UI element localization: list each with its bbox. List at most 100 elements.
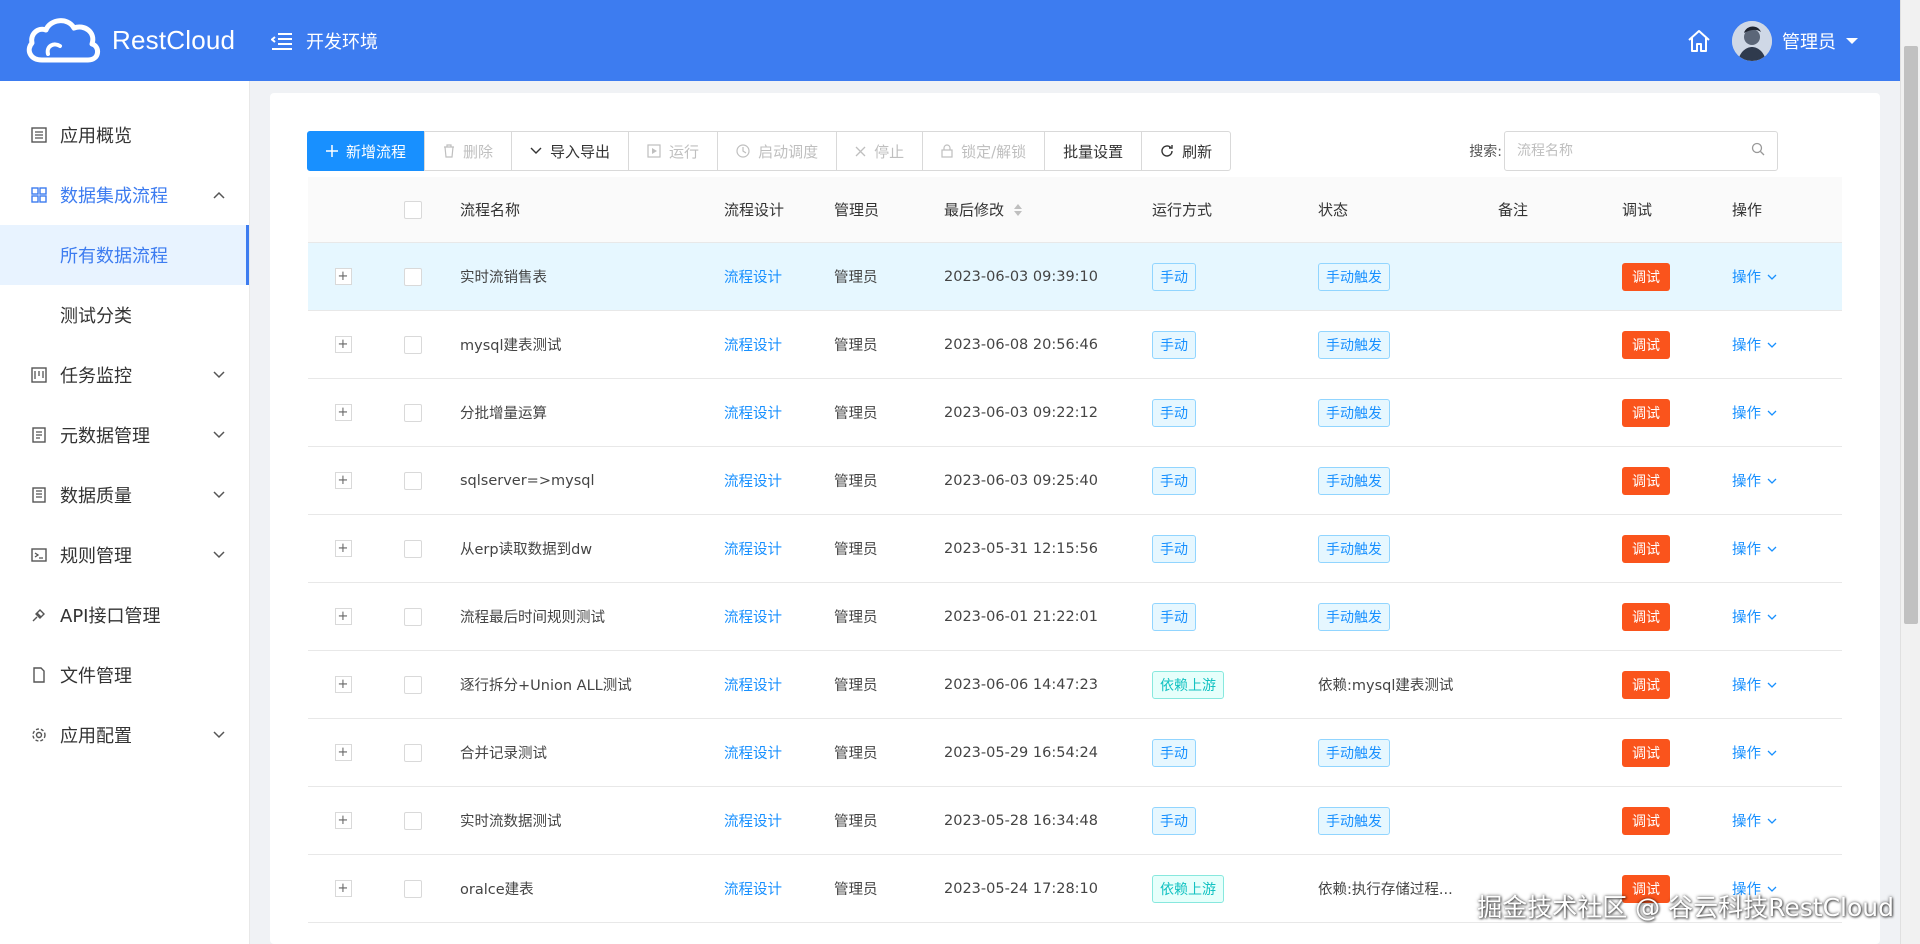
- sidebar-item-monitor[interactable]: 任务监控: [0, 345, 249, 405]
- table-row[interactable]: + 合并记录测试 流程设计 管理员 2023-05-29 16:54:24 手动…: [308, 719, 1842, 787]
- operation-dropdown[interactable]: 操作: [1732, 674, 1777, 695]
- operation-dropdown[interactable]: 操作: [1732, 402, 1777, 423]
- lock-unlock-button[interactable]: 锁定/解锁: [922, 131, 1046, 171]
- row-checkbox[interactable]: [404, 811, 422, 830]
- row-checkbox[interactable]: [404, 471, 422, 490]
- debug-button[interactable]: 调试: [1622, 738, 1670, 767]
- debug-button[interactable]: 调试: [1622, 534, 1670, 563]
- flow-design-link[interactable]: 流程设计: [724, 406, 782, 422]
- operation-dropdown[interactable]: 操作: [1732, 742, 1777, 763]
- menu-fold-icon[interactable]: [270, 29, 294, 53]
- sort-icon[interactable]: [1014, 203, 1023, 216]
- start-schedule-button[interactable]: 启动调度: [717, 131, 838, 171]
- chevron-down-icon: [1767, 813, 1777, 829]
- column-header-modified-label: 最后修改: [944, 201, 1005, 219]
- operation-dropdown[interactable]: 操作: [1732, 334, 1777, 355]
- sidebar-item-config[interactable]: 应用配置: [0, 705, 249, 765]
- terminal-icon: [30, 546, 48, 564]
- expand-row-icon[interactable]: +: [334, 336, 352, 353]
- sidebar-item-quality[interactable]: 数据质量: [0, 465, 249, 525]
- sidebar-item-api[interactable]: API接口管理: [0, 585, 249, 645]
- table-row[interactable]: + sqlserver=>mysql 流程设计 管理员 2023-06-03 0…: [308, 447, 1842, 515]
- debug-button[interactable]: 调试: [1622, 398, 1670, 427]
- avatar[interactable]: [1732, 20, 1772, 61]
- operation-dropdown[interactable]: 操作: [1732, 810, 1777, 831]
- operation-dropdown[interactable]: 操作: [1732, 470, 1777, 491]
- expand-row-icon[interactable]: +: [334, 880, 352, 897]
- sidebar-subitem-test-category[interactable]: 测试分类: [0, 285, 249, 345]
- flow-design-link[interactable]: 流程设计: [724, 270, 782, 286]
- user-name[interactable]: 管理员: [1782, 28, 1836, 54]
- expand-row-icon[interactable]: +: [334, 676, 352, 693]
- row-checkbox[interactable]: [404, 335, 422, 354]
- refresh-label: 刷新: [1182, 142, 1213, 161]
- row-checkbox[interactable]: [404, 743, 422, 762]
- flow-design-link[interactable]: 流程设计: [724, 882, 782, 898]
- user-dropdown-caret-icon[interactable]: [1846, 37, 1858, 44]
- page-scrollbar[interactable]: [1900, 0, 1920, 944]
- row-checkbox[interactable]: [404, 539, 422, 558]
- run-label: 运行: [669, 142, 700, 161]
- stop-button[interactable]: 停止: [836, 131, 924, 171]
- flow-design-link[interactable]: 流程设计: [724, 474, 782, 490]
- debug-button[interactable]: 调试: [1622, 330, 1670, 359]
- row-checkbox[interactable]: [404, 267, 422, 286]
- batch-settings-button[interactable]: 批量设置: [1044, 131, 1143, 171]
- expand-row-icon[interactable]: +: [334, 404, 352, 421]
- sidebar-item-metadata[interactable]: 元数据管理: [0, 405, 249, 465]
- table-row[interactable]: + 逐行拆分+Union ALL测试 流程设计 管理员 2023-06-06 1…: [308, 651, 1842, 719]
- column-header-modified[interactable]: 最后修改: [944, 199, 1152, 220]
- run-mode-tag: 手动: [1152, 738, 1196, 767]
- table-row[interactable]: + 实时流销售表 流程设计 管理员 2023-06-03 09:39:10 手动…: [308, 243, 1842, 311]
- import-export-button[interactable]: 导入导出: [511, 131, 630, 171]
- flow-design-link[interactable]: 流程设计: [724, 338, 782, 354]
- row-checkbox[interactable]: [404, 879, 422, 898]
- sidebar-subitem-all-flows[interactable]: 所有数据流程: [0, 225, 249, 285]
- operation-dropdown[interactable]: 操作: [1732, 606, 1777, 627]
- table-row[interactable]: + 从erp读取数据到dw 流程设计 管理员 2023-05-31 12:15:…: [308, 515, 1842, 583]
- debug-button[interactable]: 调试: [1622, 466, 1670, 495]
- table-row[interactable]: + 实时流数据测试 流程设计 管理员 2023-05-28 16:34:48 手…: [308, 787, 1842, 855]
- debug-button[interactable]: 调试: [1622, 262, 1670, 291]
- expand-row-icon[interactable]: +: [334, 608, 352, 625]
- sidebar-item-integration[interactable]: 数据集成流程: [0, 165, 249, 225]
- plug-icon: [30, 606, 48, 624]
- home-icon[interactable]: [1686, 28, 1712, 54]
- list-icon: [30, 126, 48, 144]
- expand-row-icon[interactable]: +: [334, 812, 352, 829]
- operation-dropdown[interactable]: 操作: [1732, 538, 1777, 559]
- table-row[interactable]: + 分批增量运算 流程设计 管理员 2023-06-03 09:22:12 手动…: [308, 379, 1842, 447]
- scrollbar-thumb[interactable]: [1904, 46, 1918, 624]
- expand-row-icon[interactable]: +: [334, 472, 352, 489]
- add-flow-button[interactable]: 新增流程: [307, 131, 426, 171]
- delete-button[interactable]: 删除: [424, 131, 513, 171]
- table-row[interactable]: + 流程最后时间规则测试 流程设计 管理员 2023-06-01 21:22:0…: [308, 583, 1842, 651]
- debug-button[interactable]: 调试: [1622, 602, 1670, 631]
- debug-button[interactable]: 调试: [1622, 670, 1670, 699]
- expand-row-icon[interactable]: +: [334, 744, 352, 761]
- flow-design-link[interactable]: 流程设计: [724, 746, 782, 762]
- run-button[interactable]: 运行: [628, 131, 719, 171]
- row-checkbox[interactable]: [404, 607, 422, 626]
- flow-design-link[interactable]: 流程设计: [724, 610, 782, 626]
- operation-dropdown[interactable]: 操作: [1732, 266, 1777, 287]
- expand-row-icon[interactable]: +: [334, 268, 352, 285]
- search-input[interactable]: [1517, 143, 1751, 159]
- brand-name: RestCloud: [112, 25, 236, 55]
- logo[interactable]: RestCloud: [0, 14, 250, 68]
- search-icon[interactable]: [1751, 142, 1765, 160]
- row-checkbox[interactable]: [404, 403, 422, 422]
- plus-icon: [326, 145, 338, 157]
- row-checkbox[interactable]: [404, 675, 422, 694]
- sidebar-item-files[interactable]: 文件管理: [0, 645, 249, 705]
- debug-button[interactable]: 调试: [1622, 806, 1670, 835]
- flow-design-link[interactable]: 流程设计: [724, 542, 782, 558]
- flow-design-link[interactable]: 流程设计: [724, 814, 782, 830]
- flow-design-link[interactable]: 流程设计: [724, 678, 782, 694]
- select-all-checkbox[interactable]: [404, 200, 422, 219]
- table-row[interactable]: + mysql建表测试 流程设计 管理员 2023-06-08 20:56:46…: [308, 311, 1842, 379]
- sidebar-item-rules[interactable]: 规则管理: [0, 525, 249, 585]
- expand-row-icon[interactable]: +: [334, 540, 352, 557]
- sidebar-item-overview[interactable]: 应用概览: [0, 105, 249, 165]
- refresh-button[interactable]: 刷新: [1141, 131, 1232, 171]
